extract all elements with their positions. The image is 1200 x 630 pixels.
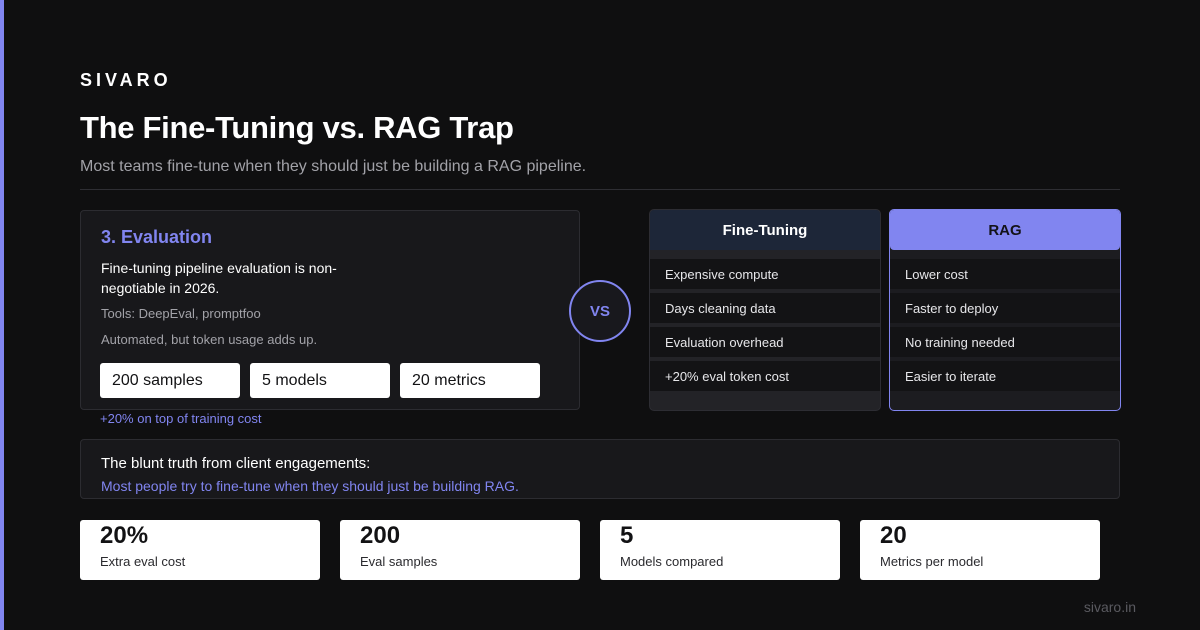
evaluation-footnote: +20% on top of training cost [100, 411, 262, 426]
stat-label: Extra eval cost [100, 554, 186, 569]
truth-lead: The blunt truth from client engagements: [101, 455, 371, 472]
stat-card: 20% Extra eval cost [80, 520, 320, 580]
stat-label: Metrics per model [880, 554, 984, 569]
evaluation-note: Automated, but token usage adds up. [101, 332, 318, 347]
samples-chip: 200 samples [100, 363, 240, 398]
evaluation-heading: 3. Evaluation [101, 227, 213, 247]
fine-tuning-item: Evaluation overhead [650, 327, 880, 357]
rag-item: Easier to iterate [890, 361, 1120, 391]
stat-label: Models compared [620, 554, 724, 569]
fine-tuning-header: Fine-Tuning [650, 210, 880, 250]
models-chip: 5 models [250, 363, 390, 398]
stat-card: 200 Eval samples [340, 520, 580, 580]
blunt-truth-box: The blunt truth from client engagements:… [80, 439, 1120, 499]
fine-tuning-item: Expensive compute [650, 259, 880, 289]
rag-item: No training needed [890, 327, 1120, 357]
brand-logo: SIVARO [80, 70, 172, 90]
page-title: The Fine-Tuning vs. RAG Trap [80, 110, 514, 145]
rag-item: Faster to deploy [890, 293, 1120, 323]
truth-subtext: Most people try to fine-tune when they s… [101, 478, 519, 494]
evaluation-tools: Tools: DeepEval, promptfoo [101, 306, 261, 321]
stat-card: 20 Metrics per model [860, 520, 1100, 580]
fine-tuning-item: +20% eval token cost [650, 361, 880, 391]
accent-bar [0, 0, 4, 630]
footer-url: sivaro.in [1083, 599, 1136, 615]
vs-badge: VS [569, 280, 631, 342]
evaluation-description: Fine-tuning pipeline evaluation is non-n… [101, 260, 337, 296]
fine-tuning-column: Fine-Tuning Expensive compute Days clean… [649, 209, 881, 411]
stat-label: Eval samples [360, 554, 438, 569]
stat-value: 200 [360, 522, 401, 549]
metrics-chip: 20 metrics [400, 363, 540, 398]
stat-card: 5 Models compared [600, 520, 840, 580]
rag-column: RAG Lower cost Faster to deploy No train… [889, 209, 1121, 411]
rag-item: Lower cost [890, 259, 1120, 289]
stat-value: 20% [100, 522, 149, 549]
stat-value: 5 [620, 522, 634, 549]
rag-header: RAG [890, 210, 1120, 250]
stat-value: 20 [880, 522, 907, 549]
header-divider [80, 189, 1120, 190]
page-subtitle: Most teams fine-tune when they should ju… [80, 158, 587, 175]
fine-tuning-item: Days cleaning data [650, 293, 880, 323]
evaluation-card: 3. Evaluation Fine-tuning pipeline evalu… [80, 210, 580, 410]
